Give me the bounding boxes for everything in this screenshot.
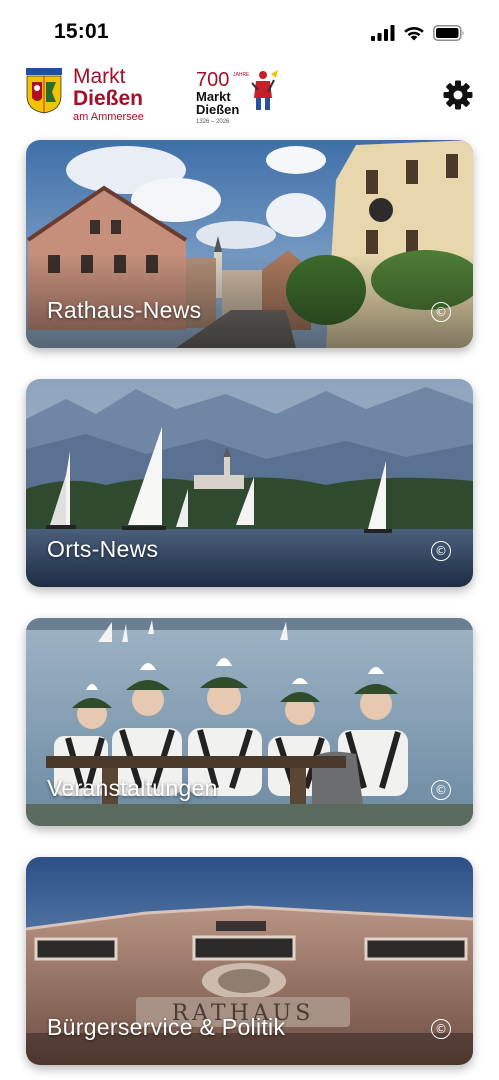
copyright-icon[interactable]: © — [431, 780, 451, 800]
card-label-buergerservice-politik: Bürgerservice & Politik — [47, 1014, 286, 1040]
jubilee-years: 1326 – 2026 — [196, 119, 230, 125]
status-icons — [371, 24, 465, 42]
card-orts-news[interactable]: Orts-News © — [26, 379, 473, 587]
jubilee-number: 700 — [196, 69, 230, 91]
status-time: 15:01 — [54, 20, 109, 43]
card-rathaus-news[interactable]: Rathaus-News © — [26, 140, 473, 348]
wifi-icon — [404, 26, 424, 41]
brand-ammersee: am Ammersee — [73, 111, 144, 123]
jubilee-700-logo: 700 JAHRE Markt Dießen 1326 – 2026 — [196, 66, 282, 128]
app-header: Markt Dießen am Ammersee 700 JAHRE Markt… — [0, 62, 499, 136]
cellular-signal-icon — [371, 25, 395, 41]
brand-diessen: Dießen — [73, 87, 144, 110]
gear-icon — [443, 80, 473, 110]
card-buergerservice-politik[interactable]: RATHAUS Bürgerservice & Politik © — [26, 857, 473, 1065]
jubilee-diessen: Dießen — [196, 102, 240, 117]
brand-markt: Markt — [73, 65, 126, 88]
settings-button[interactable] — [441, 78, 475, 112]
status-bar: 15:01 — [0, 0, 499, 62]
copyright-icon[interactable]: © — [431, 1019, 451, 1039]
card-label-orts-news: Orts-News — [47, 536, 159, 562]
copyright-icon[interactable]: © — [431, 302, 451, 322]
battery-icon — [433, 25, 464, 41]
jubilee-figure-icon — [251, 70, 278, 110]
card-veranstaltungen[interactable]: Veranstaltungen © — [26, 618, 473, 826]
card-label-rathaus-news: Rathaus-News — [47, 297, 202, 323]
brand-wordmark: Markt Dießen am Ammersee — [73, 66, 144, 125]
copyright-icon[interactable]: © — [431, 541, 451, 561]
card-label-veranstaltungen: Veranstaltungen — [47, 775, 218, 801]
diessen-coat-of-arms-logo — [26, 68, 62, 114]
